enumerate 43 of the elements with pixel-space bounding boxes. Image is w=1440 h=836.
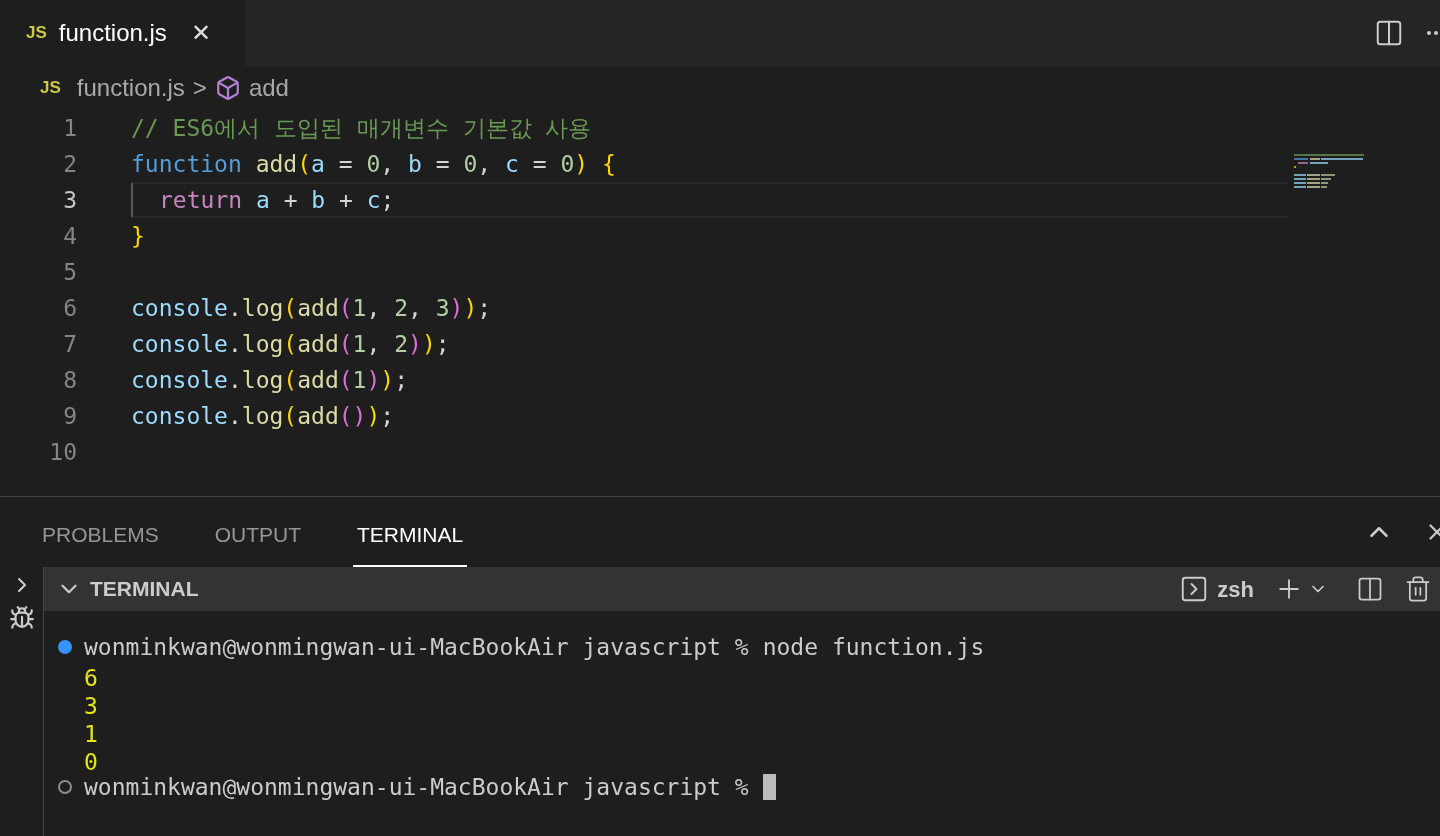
shell-name[interactable]: zsh [1217,572,1254,606]
terminal-header-title: TERMINAL [90,576,199,603]
code-line: // ES6에서 도입된 매개변수 기본값 사용 [131,113,592,143]
code-line: console.log(add(1)); [131,365,409,395]
code-line: function add(a = 0, b = 0, c = 0) { [131,149,616,179]
terminal-cursor [762,774,776,800]
panel-tab[interactable]: PROBLEMS [38,497,163,567]
line-number: 9 [62,401,77,431]
line-number: 6 [62,293,77,323]
terminal-output: 3 [84,692,98,717]
line-number: 10 [48,437,77,467]
terminal-output: 1 [84,720,98,745]
line-number: 4 [62,221,77,251]
debug-console-icon[interactable] [8,605,35,631]
terminal-output: 6 [84,664,98,689]
js-file-icon: JS [26,20,47,46]
line-number: 5 [62,257,77,287]
editor-tab[interactable]: JS function.js ✕ [0,0,245,66]
code-line: return a + b + c; [159,185,395,215]
cube-icon [214,75,241,101]
panel-tab[interactable]: OUTPUT [210,497,306,567]
line-number: 2 [62,149,77,179]
breadcrumb-symbol[interactable]: add [248,70,289,106]
line-number: 3 [62,185,77,215]
line-number: 7 [62,329,77,359]
split-terminal-icon[interactable] [1356,575,1384,603]
breadcrumb-separator: > [192,73,207,103]
line-number: 8 [62,365,77,395]
js-file-icon: JS [40,75,61,101]
tab-title: function.js [58,18,167,48]
code-line: console.log(add(1, 2)); [131,329,450,359]
terminal-prompt: wonminkwan@wonmingwan-ui-MacBookAir javascript % [84,632,749,662]
line-number: 1 [62,113,77,143]
code-line: console.log(add()); [131,401,395,431]
split-editor-icon[interactable] [1374,18,1404,48]
trash-icon[interactable] [1404,575,1432,603]
code-line: console.log(add(1, 2, 3)); [131,293,492,323]
terminal-output: 0 [84,748,98,773]
code-line: } [131,221,145,251]
terminal-prompt: wonminkwan@wonmingwan-ui-MacBookAir javascript % [84,772,749,802]
close-button[interactable]: ✕ [190,21,211,45]
breadcrumb-file[interactable]: function.js [76,70,185,106]
terminal-command: node function.js [762,632,985,662]
